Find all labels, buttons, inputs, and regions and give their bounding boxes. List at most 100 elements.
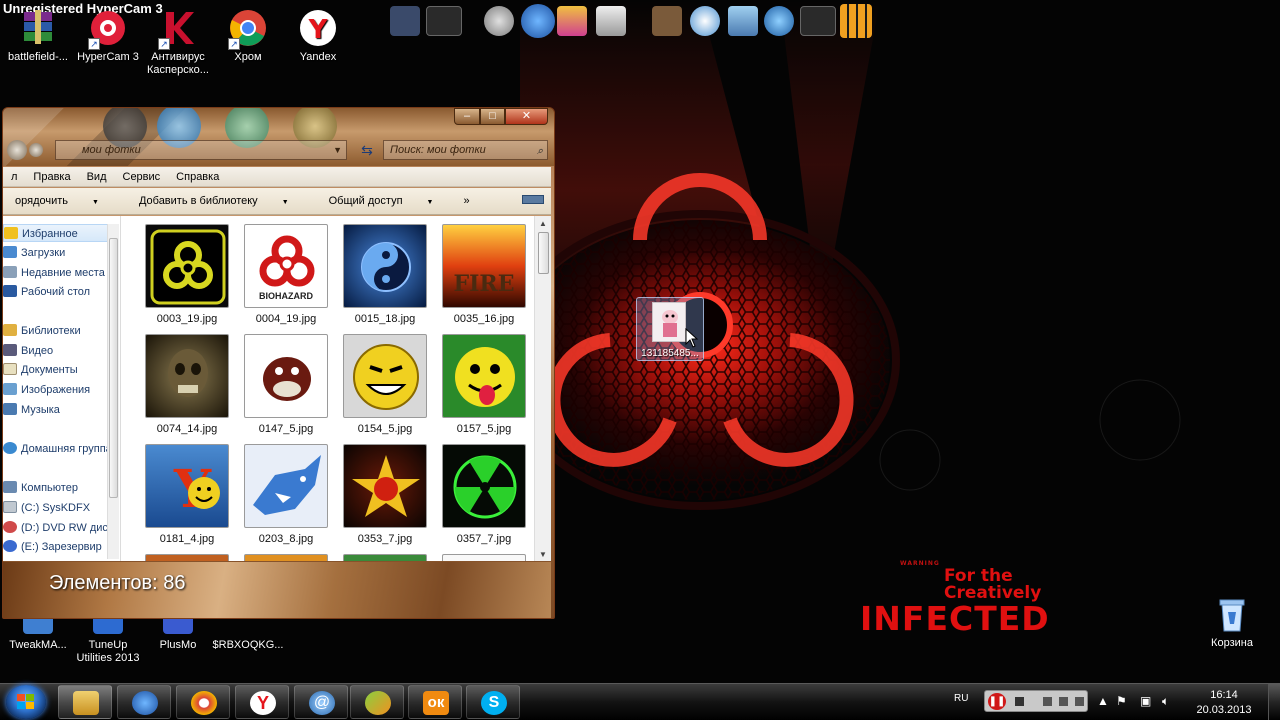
pause-record-icon[interactable]: ❚❚ — [988, 693, 1006, 710]
file-tile[interactable]: 0353_7.jpg — [337, 444, 433, 546]
nav-scrollbar[interactable] — [107, 224, 119, 559]
refresh-icon[interactable]: ⇆ — [357, 140, 377, 160]
network-icon[interactable] — [728, 6, 758, 36]
file-tile[interactable]: 0015_18.jpg — [337, 224, 433, 326]
scrollbar-thumb[interactable] — [538, 232, 549, 274]
file-tile[interactable]: FIRE 0035_16.jpg — [436, 224, 532, 326]
share-button[interactable]: Общий доступ ▼ — [309, 195, 454, 207]
scroll-up-icon[interactable]: ▲ — [539, 219, 547, 228]
scrollbar-thumb[interactable] — [109, 238, 118, 498]
explorer-window[interactable]: – □ ✕ мои фотки ▼ ⇆ Поиск: мои фотки ⌕ л… — [2, 107, 555, 619]
nav-recent[interactable]: Недавние места — [3, 264, 105, 282]
menu-view[interactable]: Вид — [79, 171, 115, 183]
nav-favorites[interactable]: Избранное — [3, 224, 109, 242]
taskbar-explorer[interactable] — [58, 685, 112, 719]
back-button[interactable] — [7, 140, 27, 160]
taskbar-yandex[interactable]: Y — [235, 685, 289, 719]
desktop-icon-kaspersky[interactable]: ↗ Антивирус Касперско... — [142, 8, 214, 77]
file-tile[interactable]: 0003_19.jpg — [139, 224, 235, 326]
chevron-down-icon[interactable]: ▼ — [333, 141, 342, 159]
nav-libraries[interactable]: Библиотеки — [3, 322, 81, 340]
nav-drive-e[interactable]: (E:) Зарезервир — [3, 538, 102, 556]
system-clock[interactable]: 16:14 20.03.2013 — [1194, 688, 1254, 718]
nav-music[interactable]: Музыка — [3, 401, 60, 419]
hypercam-controls[interactable]: ❚❚ — [984, 690, 1088, 712]
scroll-down-icon[interactable]: ▼ — [539, 550, 547, 559]
media-player-icon[interactable] — [521, 4, 555, 38]
file-tile[interactable]: 0203_8.jpg — [238, 444, 334, 546]
search-input[interactable]: Поиск: мои фотки ⌕ — [383, 140, 548, 160]
desktop-icon-yandex[interactable]: Y Yandex — [282, 8, 354, 64]
action-center-flag-icon[interactable]: ⚑ — [1116, 694, 1127, 708]
menu-edit[interactable]: Правка — [25, 171, 78, 183]
taskbar-chrome[interactable] — [176, 685, 230, 719]
file-tile[interactable] — [436, 554, 532, 561]
show-hidden-icons[interactable]: ▲ — [1097, 694, 1109, 708]
nav-computer[interactable]: Компьютер — [3, 479, 78, 497]
nav-images[interactable]: Изображения — [3, 381, 90, 399]
paint-icon[interactable] — [557, 6, 587, 36]
taskbar-media-player[interactable] — [117, 685, 171, 719]
window-icon[interactable] — [1043, 697, 1052, 706]
monitor-gadget-icon[interactable] — [800, 6, 836, 36]
nav-downloads[interactable]: Загрузки — [3, 244, 65, 262]
region-icon[interactable] — [1059, 697, 1068, 706]
view-options-button[interactable]: ▼ — [512, 195, 554, 207]
window-title-bar[interactable]: – □ ✕ мои фотки ▼ ⇆ Поиск: мои фотки ⌕ — [3, 108, 554, 166]
search-icon[interactable]: ⌕ — [537, 142, 543, 160]
show-desktop-button[interactable] — [1268, 684, 1280, 720]
address-bar[interactable]: мои фотки ▼ — [55, 140, 347, 160]
file-tile[interactable]: 0357_7.jpg — [436, 444, 532, 546]
language-indicator[interactable]: RU — [954, 693, 968, 704]
close-button[interactable]: ✕ — [505, 108, 548, 125]
file-tile[interactable] — [139, 554, 235, 561]
taskbar-app[interactable] — [350, 685, 404, 719]
nav-documents[interactable]: Документы — [3, 361, 78, 379]
tiles-icon[interactable] — [840, 4, 872, 38]
nav-homegroup[interactable]: Домашняя группа — [3, 440, 112, 458]
settings-icon[interactable] — [1075, 697, 1084, 706]
nav-label: Документы — [21, 364, 78, 376]
volume-icon[interactable]: 🔈︎ — [1162, 694, 1169, 709]
app-icon[interactable] — [652, 6, 682, 36]
calculator-icon[interactable] — [596, 6, 626, 36]
desktop-icon-hypercam[interactable]: ↗ HyperCam 3 — [72, 8, 144, 64]
nav-drive-c[interactable]: (C:) SysKDFX — [3, 499, 90, 517]
nav-video[interactable]: Видео — [3, 342, 53, 360]
file-tile[interactable]: BIOHAZARD 0004_19.jpg — [238, 224, 334, 326]
gamepad-icon[interactable] — [484, 6, 514, 36]
stop-icon[interactable] — [1015, 697, 1024, 706]
start-button[interactable] — [6, 685, 46, 719]
file-tile[interactable]: 0074_14.jpg — [139, 334, 235, 436]
menu-tools[interactable]: Сервис — [115, 171, 169, 183]
maximize-button[interactable]: □ — [480, 108, 505, 125]
menu-file[interactable]: л — [3, 171, 25, 183]
gadget-icon[interactable] — [390, 6, 420, 36]
desktop-icon-chrome[interactable]: ↗ Хром — [212, 8, 284, 64]
file-tile[interactable]: 0157_5.jpg — [436, 334, 532, 436]
globe-icon[interactable] — [764, 6, 794, 36]
browser-icon[interactable] — [690, 6, 720, 36]
desktop-icon-battlefield[interactable]: battlefield-... — [2, 8, 74, 64]
desktop-icon-recycle-bin[interactable]: Корзина — [1196, 594, 1268, 650]
forward-button[interactable] — [29, 143, 43, 157]
monitor-gadget-icon[interactable] — [426, 6, 462, 36]
network-icon[interactable]: ▣ — [1140, 694, 1151, 708]
taskbar-mail[interactable]: @ — [294, 685, 348, 719]
minimize-button[interactable]: – — [454, 108, 480, 125]
file-tile[interactable]: Y 0181_4.jpg — [139, 444, 235, 546]
file-tile[interactable]: 0154_5.jpg — [337, 334, 433, 436]
nav-drive-d[interactable]: (D:) DVD RW дис — [3, 519, 108, 537]
file-tile[interactable] — [238, 554, 334, 561]
dragged-file[interactable]: 131185485... — [636, 297, 704, 361]
menu-help[interactable]: Справка — [168, 171, 227, 183]
nav-desktop[interactable]: Рабочий стол — [3, 283, 90, 301]
file-tile[interactable] — [337, 554, 433, 561]
file-tile[interactable]: 0147_5.jpg — [238, 334, 334, 436]
more-commands-button[interactable]: » — [453, 195, 479, 207]
add-to-library-button[interactable]: Добавить в библиотеку ▼ — [119, 195, 309, 207]
organize-button[interactable]: орядочить ▼ — [3, 195, 119, 207]
content-scrollbar[interactable]: ▲ ▼ — [534, 216, 551, 561]
taskbar-skype[interactable]: S — [466, 685, 520, 719]
taskbar-odnoklassniki[interactable]: ок — [408, 685, 462, 719]
